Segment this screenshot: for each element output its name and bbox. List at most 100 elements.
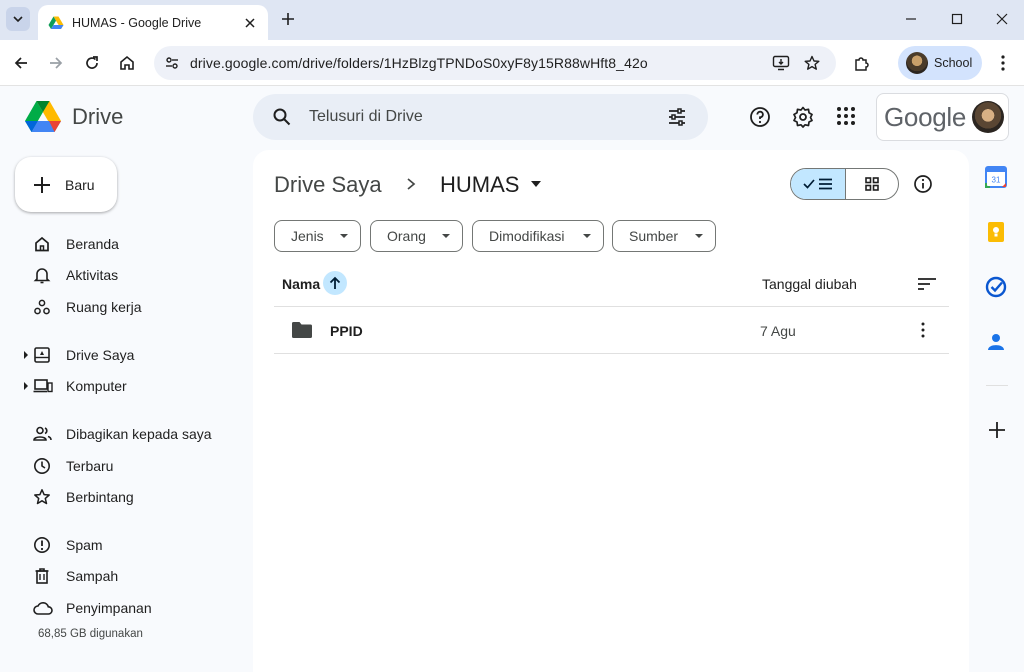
workspaces-icon bbox=[34, 299, 50, 315]
sidebar-item-home[interactable]: Beranda bbox=[0, 230, 240, 258]
sort-direction-button[interactable] bbox=[323, 271, 347, 295]
search-bar[interactable]: Telusuri di Drive bbox=[253, 94, 708, 140]
drive-logo[interactable]: Drive bbox=[24, 100, 123, 133]
folder-icon bbox=[292, 322, 312, 338]
star-icon bbox=[34, 489, 50, 505]
column-header-modified[interactable]: Tanggal diubah bbox=[762, 276, 857, 292]
sidebar-item-storage[interactable]: Penyimpanan bbox=[0, 594, 240, 622]
browser-tab[interactable]: HUMAS - Google Drive bbox=[38, 5, 268, 40]
caret-down-icon bbox=[442, 234, 450, 238]
close-icon[interactable] bbox=[242, 15, 258, 31]
sidebar-item-workspaces[interactable]: Ruang kerja bbox=[0, 293, 240, 321]
browser-menu-icon[interactable] bbox=[996, 54, 1010, 72]
row-divider bbox=[274, 353, 949, 354]
shared-people-icon bbox=[33, 426, 52, 441]
new-button-label: Baru bbox=[65, 176, 95, 193]
minimize-icon[interactable] bbox=[904, 12, 918, 26]
sidebar-item-recent[interactable]: Terbaru bbox=[0, 452, 240, 480]
storage-usage-text: 68,85 GB digunakan bbox=[38, 628, 143, 640]
home-browser-icon[interactable] bbox=[118, 54, 136, 72]
sidebar-item-trash[interactable]: Sampah bbox=[0, 562, 240, 590]
search-input[interactable]: Telusuri di Drive bbox=[309, 108, 423, 126]
sidebar-item-starred[interactable]: Berbintang bbox=[0, 483, 240, 511]
profile-button[interactable]: School bbox=[898, 46, 982, 80]
sidebar-item-computers[interactable]: Komputer bbox=[0, 372, 240, 400]
expand-arrow-icon[interactable] bbox=[23, 382, 29, 390]
info-icon[interactable] bbox=[913, 174, 933, 194]
table-row[interactable]: PPID 7 Agu bbox=[274, 307, 949, 353]
reload-icon[interactable] bbox=[83, 54, 101, 72]
check-list-icon bbox=[803, 178, 832, 190]
sidebar-item-label: Drive Saya bbox=[66, 347, 135, 363]
caret-down-icon bbox=[583, 234, 591, 238]
sidebar-item-label: Spam bbox=[66, 537, 103, 553]
computer-icon bbox=[33, 379, 53, 393]
keep-icon[interactable] bbox=[985, 221, 1007, 243]
address-bar[interactable]: drive.google.com/drive/folders/1HzBlzgTP… bbox=[154, 46, 836, 80]
filter-people-chip[interactable]: Orang bbox=[370, 220, 463, 252]
my-drive-icon bbox=[34, 347, 50, 363]
expand-arrow-icon[interactable] bbox=[23, 351, 29, 359]
help-icon[interactable] bbox=[749, 106, 771, 128]
bookmark-star-icon[interactable] bbox=[804, 55, 820, 71]
bell-icon bbox=[33, 268, 51, 284]
window-close-icon[interactable] bbox=[995, 12, 1009, 26]
tab-search-button[interactable] bbox=[6, 7, 30, 31]
chevron-down-icon bbox=[13, 16, 23, 23]
tasks-icon[interactable] bbox=[985, 276, 1007, 298]
sidebar-item-label: Ruang kerja bbox=[66, 299, 142, 315]
avatar bbox=[906, 52, 928, 74]
grid-view-button[interactable] bbox=[846, 169, 899, 199]
more-vert-icon[interactable] bbox=[919, 321, 927, 339]
site-settings-icon[interactable] bbox=[164, 55, 180, 71]
contacts-icon[interactable] bbox=[985, 331, 1007, 353]
chip-label: Jenis bbox=[291, 228, 324, 244]
search-icon[interactable] bbox=[272, 107, 292, 127]
clock-icon bbox=[34, 458, 50, 474]
chevron-right-icon bbox=[407, 178, 416, 190]
install-app-icon[interactable] bbox=[772, 55, 790, 71]
main-content: Drive Saya HUMAS Jenis Orang Dimodifikas… bbox=[253, 150, 969, 672]
filter-source-chip[interactable]: Sumber bbox=[612, 220, 716, 252]
calendar-icon[interactable]: 31 bbox=[985, 166, 1007, 188]
breadcrumb-current[interactable]: HUMAS bbox=[440, 172, 519, 198]
filter-type-chip[interactable]: Jenis bbox=[274, 220, 361, 252]
google-apps-grid-icon[interactable] bbox=[836, 106, 856, 126]
google-account-button[interactable]: Google bbox=[876, 93, 1009, 141]
maximize-icon[interactable] bbox=[950, 12, 964, 26]
home-icon bbox=[35, 236, 49, 252]
list-view-button[interactable] bbox=[791, 169, 846, 199]
breadcrumb-parent[interactable]: Drive Saya bbox=[274, 172, 382, 198]
filter-modified-chip[interactable]: Dimodifikasi bbox=[472, 220, 604, 252]
get-addons-plus-icon[interactable] bbox=[988, 421, 1006, 439]
google-wordmark: Google bbox=[884, 101, 967, 132]
search-options-tune-icon[interactable] bbox=[667, 107, 687, 127]
chip-label: Dimodifikasi bbox=[489, 228, 565, 244]
settings-gear-icon[interactable] bbox=[792, 106, 814, 128]
app-name: Drive bbox=[72, 103, 124, 129]
sidebar-item-label: Sampah bbox=[66, 568, 119, 584]
extensions-puzzle-icon[interactable] bbox=[853, 54, 871, 72]
caret-down-icon bbox=[340, 234, 348, 238]
chip-label: Orang bbox=[387, 228, 426, 244]
svg-text:31: 31 bbox=[992, 176, 1001, 185]
folder-menu-caret-icon[interactable] bbox=[530, 181, 542, 187]
url-text: drive.google.com/drive/folders/1HzBlzgTP… bbox=[190, 55, 648, 71]
new-tab-plus-icon[interactable] bbox=[280, 11, 296, 27]
new-button[interactable]: Baru bbox=[15, 157, 117, 212]
back-arrow-icon[interactable] bbox=[12, 54, 30, 72]
row-modified: 7 Agu bbox=[760, 323, 796, 339]
drive-logo-icon bbox=[25, 101, 61, 132]
sort-options-icon[interactable] bbox=[917, 277, 937, 291]
sidebar-item-my-drive[interactable]: Drive Saya bbox=[0, 341, 240, 369]
sidebar-item-label: Aktivitas bbox=[66, 267, 119, 283]
sidebar-item-activity[interactable]: Aktivitas bbox=[0, 261, 240, 289]
sidebar-item-spam[interactable]: Spam bbox=[0, 531, 240, 559]
drive-favicon-icon bbox=[48, 16, 64, 29]
sidebar-item-shared[interactable]: Dibagikan kepada saya bbox=[0, 420, 240, 448]
forward-arrow-icon[interactable] bbox=[47, 54, 65, 72]
plus-icon bbox=[34, 176, 50, 193]
sidebar-item-label: Penyimpanan bbox=[66, 600, 152, 616]
grid-icon bbox=[864, 177, 879, 191]
column-header-name[interactable]: Nama bbox=[282, 276, 320, 292]
